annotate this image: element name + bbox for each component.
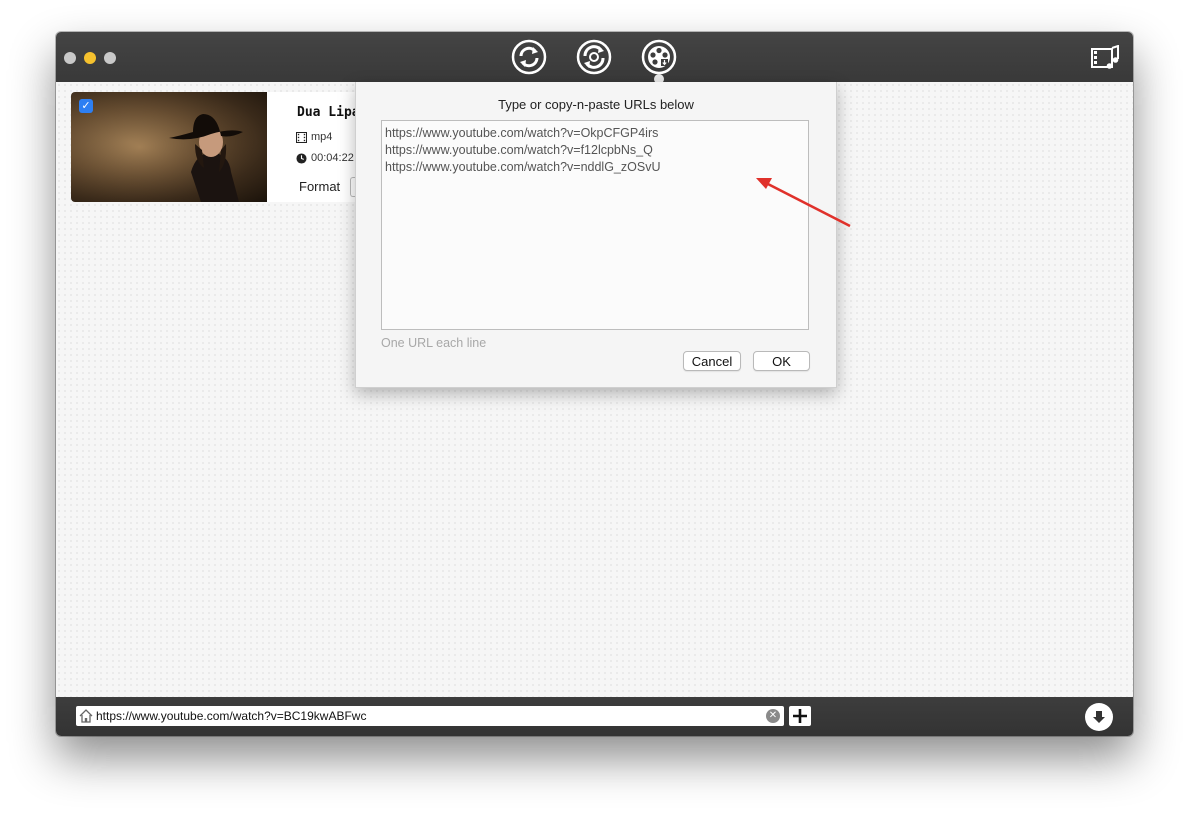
clock-icon bbox=[296, 152, 307, 164]
item-format-info: mp4 bbox=[296, 131, 332, 143]
video-thumbnail: ✓ bbox=[71, 92, 267, 202]
download-video-button[interactable] bbox=[641, 39, 677, 75]
media-library-button[interactable] bbox=[1091, 44, 1121, 71]
close-window-button[interactable] bbox=[64, 52, 76, 64]
item-title: Dua Lipa bbox=[297, 105, 360, 120]
convert-button[interactable] bbox=[511, 39, 547, 75]
url-entry-popover: Type or copy-n-paste URLs below https://… bbox=[355, 82, 837, 388]
home-icon[interactable] bbox=[78, 708, 94, 724]
titlebar bbox=[56, 32, 1133, 84]
film-icon bbox=[296, 131, 307, 143]
convert-icon bbox=[511, 39, 547, 75]
format-label: Format bbox=[299, 179, 341, 194]
thumbnail-image bbox=[71, 92, 267, 202]
download-button[interactable] bbox=[1085, 703, 1113, 731]
urls-hint: One URL each line bbox=[381, 336, 487, 350]
urls-textarea[interactable]: https://www.youtube.com/watch?v=OkpCFGP4… bbox=[381, 120, 809, 330]
list-item[interactable]: ✓ Dua Lipa mp4 00:04:22 Format bbox=[71, 92, 371, 202]
cancel-button[interactable]: Cancel bbox=[683, 351, 741, 371]
plus-icon bbox=[793, 709, 807, 723]
item-duration-info: 00:04:22 bbox=[296, 152, 354, 164]
add-url-button[interactable] bbox=[789, 706, 811, 726]
bottom-bar: ✕ bbox=[56, 697, 1133, 736]
url-input[interactable] bbox=[96, 706, 761, 726]
item-extension: mp4 bbox=[311, 131, 333, 143]
url-box: ✕ bbox=[76, 706, 784, 726]
popover-title: Type or copy-n-paste URLs below bbox=[498, 97, 694, 112]
download-arrow-icon bbox=[1093, 711, 1105, 723]
reconvert-icon bbox=[576, 39, 612, 75]
zoom-window-button[interactable] bbox=[104, 52, 116, 64]
item-duration: 00:04:22 bbox=[311, 152, 354, 164]
clear-url-icon[interactable]: ✕ bbox=[766, 709, 780, 723]
film-music-icon bbox=[1091, 44, 1119, 69]
reconvert-button[interactable] bbox=[576, 39, 612, 75]
minimize-window-button[interactable] bbox=[84, 52, 96, 64]
film-reel-download-icon bbox=[641, 39, 677, 75]
ok-button[interactable]: OK bbox=[753, 351, 810, 371]
item-checkbox[interactable]: ✓ bbox=[79, 99, 93, 113]
